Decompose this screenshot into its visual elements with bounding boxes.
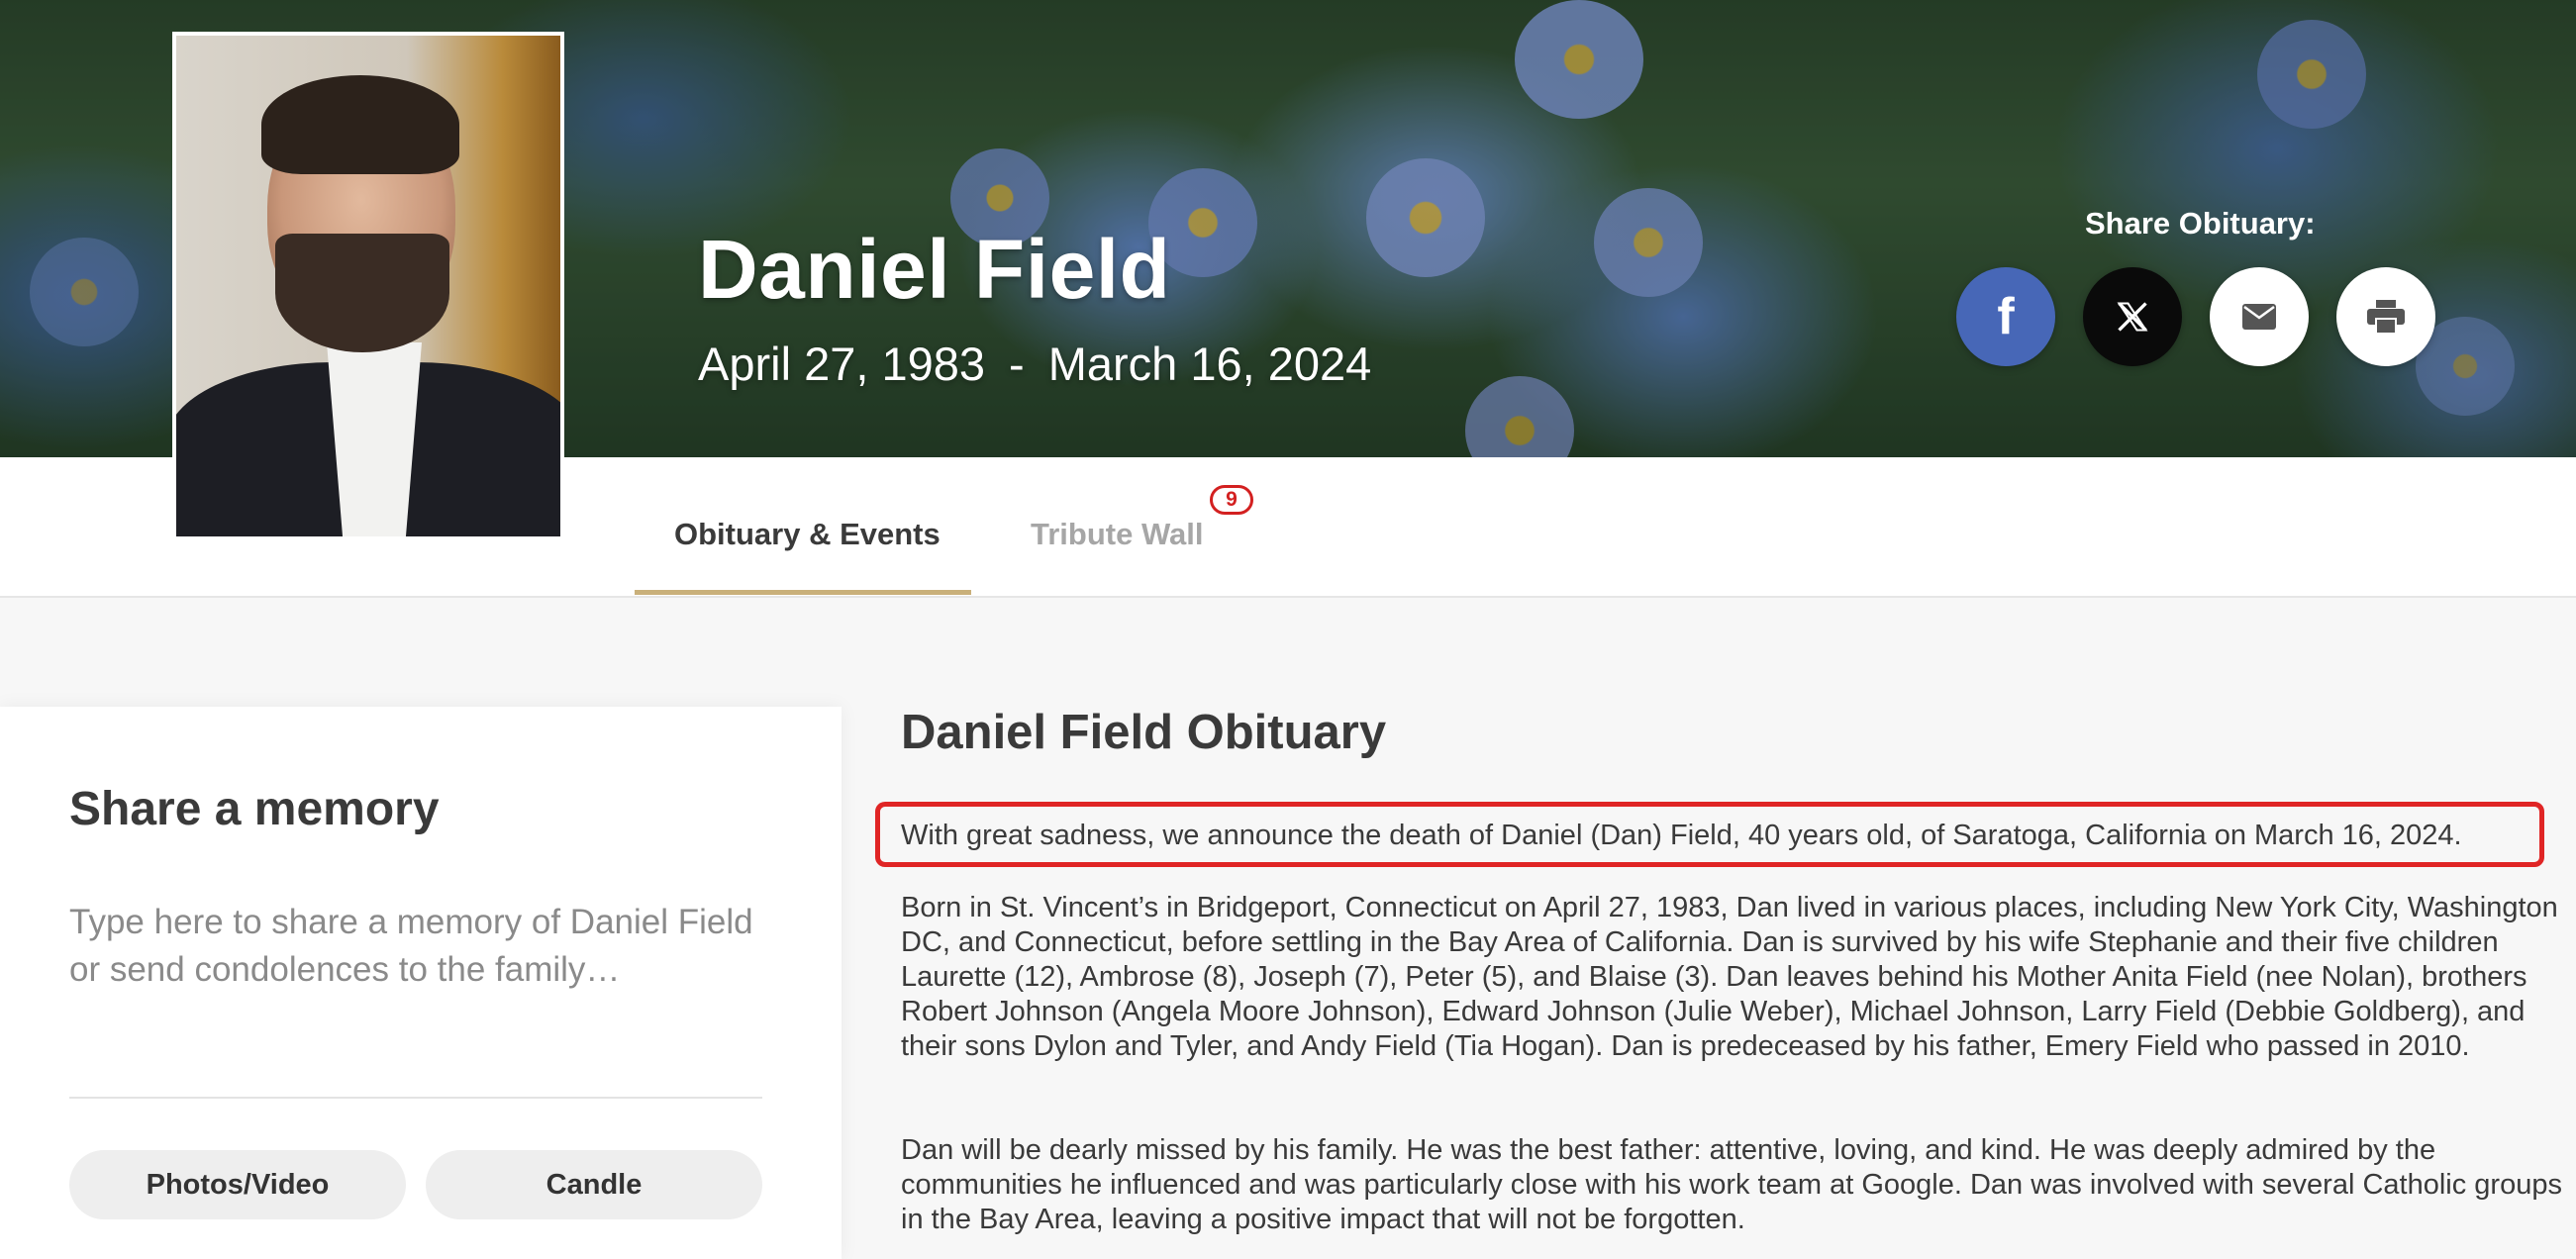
candle-button[interactable]: Candle	[426, 1150, 762, 1219]
x-icon	[2117, 302, 2148, 332]
tab-obituary-events[interactable]: Obituary & Events	[674, 517, 941, 552]
life-dates: April 27, 1983- March 16, 2024	[698, 337, 1371, 391]
share-memory-title: Share a memory	[69, 783, 440, 835]
tab-tribute-wall[interactable]: Tribute Wall	[1031, 517, 1204, 552]
facebook-icon: f	[1997, 288, 2015, 345]
share-facebook-button[interactable]: f	[1956, 267, 2055, 366]
share-x-button[interactable]	[2083, 267, 2182, 366]
share-memory-card: Share a memory Photos/Video Candle	[0, 707, 842, 1259]
birth-date: April 27, 1983	[698, 338, 986, 390]
share-print-button[interactable]	[2336, 267, 2435, 366]
portrait-hair	[261, 75, 459, 174]
memory-divider	[69, 1097, 762, 1099]
print-icon	[2367, 300, 2405, 334]
deceased-name: Daniel Field	[698, 223, 1171, 316]
photos-video-button[interactable]: Photos/Video	[69, 1150, 406, 1219]
memory-input[interactable]	[69, 899, 762, 1047]
active-tab-indicator	[635, 590, 971, 595]
obituary-paragraph: Born in St. Vincent’s in Bridgeport, Con…	[901, 892, 2558, 1062]
portrait-beard	[275, 234, 449, 352]
obituary-paragraph: Dan will be dearly missed by his family.…	[901, 1134, 2562, 1235]
date-separator: -	[1009, 338, 1025, 390]
obituary-title: Daniel Field Obituary	[901, 706, 1387, 759]
tribute-count-badge: 9	[1210, 485, 1253, 515]
obituary-lead: With great sadness, we announce the deat…	[901, 820, 2462, 851]
mail-icon	[2242, 304, 2276, 330]
deceased-portrait	[172, 32, 564, 540]
share-obituary-label: Share Obituary:	[2085, 206, 2316, 241]
death-date: March 16, 2024	[1047, 338, 1372, 390]
share-email-button[interactable]	[2210, 267, 2309, 366]
